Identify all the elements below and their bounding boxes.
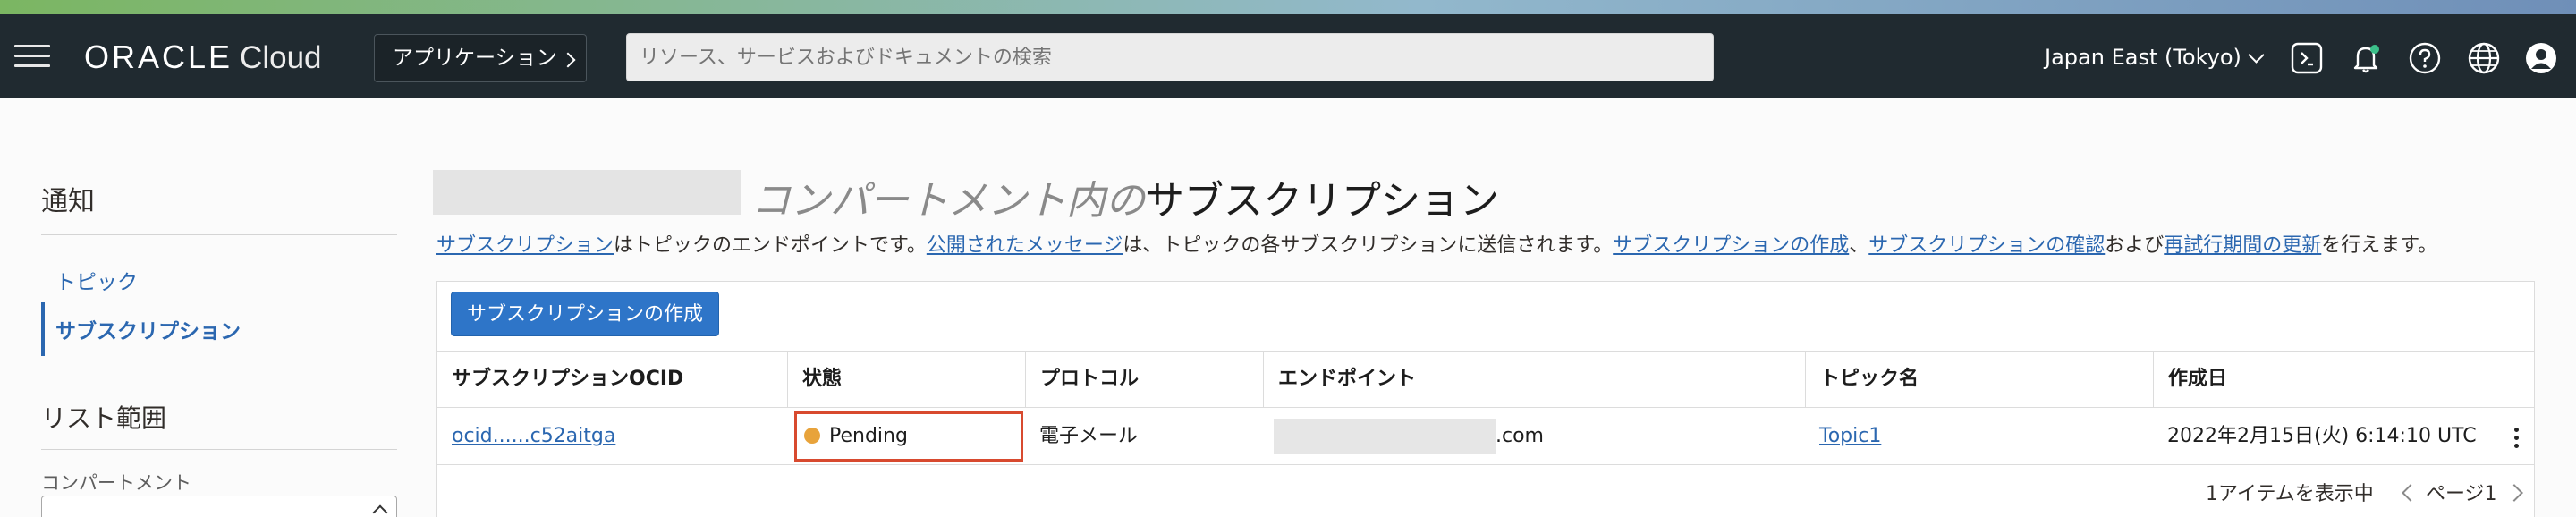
page-title-context: コンパートメント内の <box>751 178 1145 224</box>
ocid-cell: ocid......c52aitga <box>437 408 615 464</box>
applications-button[interactable]: アプリケーション <box>374 34 587 82</box>
product-name: Cloud <box>240 40 322 75</box>
oracle-cloud-logo[interactable]: ORACLE Cloud <box>84 38 322 76</box>
column-header-topic[interactable]: トピック名 <box>1805 352 2153 407</box>
link-subscriptions[interactable]: サブスクリプション <box>436 234 614 257</box>
chevron-right-icon <box>560 52 576 68</box>
topic-cell: Topic1 <box>1805 408 1881 464</box>
region-label: Japan East (Tokyo) <box>2045 45 2241 70</box>
link-published-messages[interactable]: 公開されたメッセージ <box>927 234 1123 257</box>
app-root: ORACLECloud アプリケーション Japan East (Tokyo) … <box>0 0 2576 517</box>
endpoint-suffix: .com <box>1496 425 1544 447</box>
table-row: ocid......c52aitga 電子メール .com Topic1 202… <box>437 408 2534 465</box>
create-subscription-button[interactable]: サブスクリプションの作成 <box>451 292 719 336</box>
sidebar-title: 通知 <box>41 186 95 217</box>
created-cell: 2022年2月15日(火) 6:14:10 UTC <box>2167 425 2477 447</box>
profile-icon[interactable] <box>2524 41 2558 75</box>
description-text: はトピックのエンドポイントです。 <box>614 234 927 257</box>
status-dot-icon <box>804 428 820 444</box>
list-scope-title: リスト範囲 <box>41 403 167 433</box>
protocol-cell: 電子メール <box>1039 425 1139 447</box>
description-text: は、トピックの各サブスクリプションに送信されます。 <box>1123 234 1614 257</box>
status-cell-highlight: Pending <box>794 411 1023 462</box>
topic-link[interactable]: Topic1 <box>1819 425 1881 447</box>
search-input[interactable] <box>626 33 1714 81</box>
sidebar-divider <box>41 449 397 450</box>
chevron-up-icon <box>372 504 388 517</box>
column-header-endpoint[interactable]: エンドポイント <box>1263 352 1805 407</box>
compartment-select[interactable] <box>41 496 397 517</box>
description-text: および <box>2105 234 2165 257</box>
help-icon[interactable] <box>2408 41 2442 75</box>
menu-icon[interactable] <box>14 45 50 68</box>
redacted-endpoint <box>1274 419 1496 454</box>
column-header-status[interactable]: 状態 <box>787 352 1025 407</box>
top-navigation-bar: ORACLECloud アプリケーション Japan East (Tokyo) <box>0 14 2576 98</box>
redacted-compartment-name <box>433 170 741 215</box>
items-shown-count: 1アイテムを表示中 <box>2206 483 2374 505</box>
sidebar-divider <box>41 234 397 235</box>
sidebar-item-subscriptions[interactable]: サブスクリプション <box>41 302 241 356</box>
ocid-link[interactable]: ocid......c52aitga <box>452 425 615 447</box>
table-header: サブスクリプションOCID 状態 プロトコル エンドポイント トピック名 作成日 <box>437 351 2534 408</box>
link-create-subscription[interactable]: サブスクリプションの作成 <box>1613 234 1849 257</box>
page-description: サブスクリプションはトピックのエンドポイントです。公開されたメッセージは、トピッ… <box>436 229 2437 258</box>
brand-name: ORACLE <box>84 38 233 75</box>
compartment-label: コンパートメント <box>41 472 191 494</box>
bell-icon[interactable] <box>2349 41 2383 75</box>
column-header-created[interactable]: 作成日 <box>2153 352 2534 407</box>
endpoint-cell: .com <box>1263 408 1544 464</box>
chevron-down-icon <box>2248 47 2265 64</box>
page-title: コンパートメント内のサブスクリプション <box>751 168 1499 225</box>
page-title-main: サブスクリプション <box>1145 178 1499 224</box>
status-cell: Pending <box>797 411 908 462</box>
page-indicator: ページ1 <box>2426 483 2497 505</box>
description-text: 、 <box>1849 234 1869 257</box>
description-text: を行えます。 <box>2321 234 2438 257</box>
sidebar-item-topics[interactable]: トピック <box>55 265 138 295</box>
column-header-ocid[interactable]: サブスクリプションOCID <box>437 352 787 407</box>
region-selector[interactable]: Japan East (Tokyo) <box>2045 39 2265 75</box>
cloud-shell-icon[interactable] <box>2290 41 2324 75</box>
link-confirm-subscription[interactable]: サブスクリプションの確認 <box>1868 234 2105 257</box>
applications-button-label: アプリケーション <box>393 47 557 70</box>
row-actions-kebab-icon[interactable] <box>2512 426 2521 451</box>
globe-icon[interactable] <box>2467 41 2501 75</box>
header-accent-bar <box>0 0 2576 14</box>
column-header-protocol[interactable]: プロトコル <box>1025 352 1263 407</box>
status-label: Pending <box>829 425 908 447</box>
link-update-retry-period[interactable]: 再試行期間の更新 <box>2164 234 2321 257</box>
